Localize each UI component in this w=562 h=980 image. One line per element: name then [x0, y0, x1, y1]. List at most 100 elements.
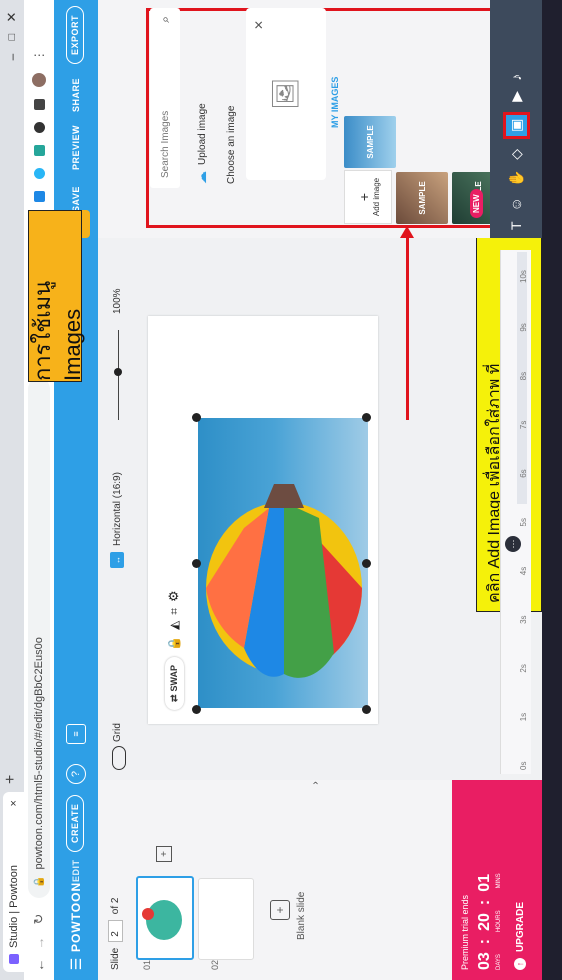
trial-panel: Premium trial ends 03: 20: 01 DAYS HOURS…	[452, 780, 542, 980]
flip-icon[interactable]: ◭	[167, 621, 181, 630]
timeline-tick: 6s	[519, 469, 528, 478]
new-tab-button[interactable]: +	[2, 775, 20, 784]
menu-dots-icon[interactable]: ⋮	[32, 49, 46, 61]
blank-slide-label[interactable]: Blank slide	[296, 892, 307, 940]
selection-handle[interactable]	[192, 705, 201, 714]
upgrade-button[interactable]: ↑ UPGRADE	[514, 902, 526, 970]
timeline-tick: 4s	[519, 566, 528, 576]
props-tool-icon[interactable]: ✋	[508, 170, 525, 187]
upload-image-label: Upload image	[196, 103, 208, 165]
timeline-bar[interactable]: ⋯ 0s 1s 2s 3s 4s 5s 6s 7s 8s 9s 10s	[500, 250, 531, 774]
timeline-ticks: 0s 1s 2s 3s 4s 5s 6s 7s 8s 9s 10s	[519, 270, 528, 770]
grid-label: Grid	[112, 723, 123, 742]
slide-number: 01	[142, 959, 152, 970]
add-image-button[interactable]: + Add image	[344, 170, 392, 224]
zoom-slider-handle[interactable]	[114, 368, 122, 376]
help-icon[interactable]: ?	[66, 764, 86, 784]
search-icon[interactable]: ⌕	[158, 16, 173, 23]
back-arrow-icon[interactable]: ←	[30, 956, 48, 974]
selection-handle[interactable]	[192, 559, 201, 568]
forward-arrow-icon[interactable]: →	[30, 934, 48, 952]
tool-strip: T ☺ ✋ ◇ ▣ ▶ ♪	[490, 0, 542, 238]
grid-toggle[interactable]	[112, 746, 126, 770]
aspect-icon: ↔	[110, 552, 124, 568]
upload-image-button[interactable]: ☁ Upload image	[190, 34, 214, 184]
crop-icon[interactable]: ⌗	[167, 608, 182, 615]
slide-thumbnail[interactable]	[136, 876, 194, 960]
reload-icon[interactable]: ↻	[30, 910, 48, 928]
sound-tool-icon[interactable]: ♪	[508, 74, 524, 81]
shapes-tool-icon[interactable]: ◇	[508, 149, 525, 160]
selection-handle[interactable]	[362, 559, 371, 568]
avatar[interactable]	[32, 73, 46, 88]
hamburger-menu-icon[interactable]: ☰	[68, 956, 84, 972]
zoom-label: 100%	[112, 288, 123, 314]
trial-units: DAYS HOURS MINS	[496, 873, 502, 970]
text-tool-icon[interactable]: T	[508, 221, 524, 230]
slide-label: Slide	[110, 947, 121, 970]
element-toolbar: ⇄ SWAP 🔒 ◭ ⌗ ⚙	[162, 564, 186, 710]
tab-edit[interactable]: EDIT	[71, 859, 81, 882]
annotation-title: การใช้เมนู Images	[28, 210, 85, 382]
slide-counter: Slide 2 of 2	[108, 898, 123, 970]
tab-create[interactable]: CREATE	[66, 794, 84, 852]
save-button[interactable]: SAVE	[71, 186, 81, 212]
sample-label: SAMPLE	[365, 125, 375, 159]
upload-cloud-icon: ☁	[194, 171, 209, 184]
extension-icon[interactable]	[33, 99, 45, 111]
extension-icon[interactable]	[33, 191, 45, 203]
close-window-icon[interactable]: ✕	[4, 9, 20, 25]
extension-icon[interactable]	[33, 145, 45, 157]
slide-thumbnail-art	[146, 900, 182, 940]
trial-hours: 20	[476, 913, 493, 931]
share-button[interactable]: SHARE	[71, 78, 81, 112]
add-icon: +	[355, 192, 372, 202]
export-button[interactable]: EXPORT	[66, 5, 84, 64]
colon-separator: :	[476, 899, 493, 906]
swap-button[interactable]: ⇄ SWAP	[164, 656, 184, 710]
image-drop-zone[interactable]: 🖼 ✕	[246, 8, 326, 180]
tab-close-icon[interactable]: ×	[8, 800, 20, 806]
search-box[interactable]: Search Images ⌕	[150, 8, 180, 188]
minimize-window-icon[interactable]: –	[4, 49, 20, 65]
blank-slide-icon[interactable]: +	[270, 900, 290, 920]
extension-icon[interactable]	[33, 168, 45, 180]
trial-days: 03	[476, 952, 493, 970]
sample-image-thumbnail[interactable]: SAMPLE	[396, 172, 448, 224]
extension-icon[interactable]	[33, 122, 45, 134]
hours-label: HOURS	[496, 910, 502, 933]
url-field[interactable]: 🔒 powtoon.com/html5-studio/#/edit/dgBbC2…	[28, 378, 50, 898]
notes-icon[interactable]: ≡	[66, 724, 86, 744]
add-slide-icon[interactable]: +	[156, 846, 172, 862]
slide-select[interactable]: 2	[108, 920, 123, 942]
timeline-tick: 7s	[519, 420, 528, 430]
aspect-select[interactable]: Horizontal (16:9)	[112, 472, 123, 546]
sample-image-thumbnail[interactable]: SAMPLE	[344, 116, 396, 168]
selection-handle[interactable]	[362, 705, 371, 714]
trial-countdown: 03: 20: 01	[476, 874, 494, 970]
trial-mins: 01	[476, 873, 493, 892]
selection-handle[interactable]	[192, 413, 201, 422]
timeline-tick: 3s	[519, 615, 528, 624]
preview-button[interactable]: PREVIEW	[71, 125, 81, 170]
balloon-image[interactable]	[198, 418, 368, 708]
selection-handle[interactable]	[362, 413, 371, 422]
maximize-window-icon[interactable]: □	[4, 29, 20, 45]
settings-gear-icon[interactable]: ⚙	[166, 590, 182, 602]
choose-image-label: Choose an image	[226, 105, 237, 184]
tab-my-images[interactable]: MY IMAGES	[330, 77, 340, 128]
browser-tab[interactable]: Studio | Powtoon ×	[3, 792, 24, 972]
upgrade-label: UPGRADE	[514, 901, 526, 952]
video-tool-icon[interactable]: ▶	[508, 91, 525, 102]
close-icon[interactable]: ✕	[252, 20, 266, 30]
swap-icon: ⇄	[168, 694, 179, 702]
lock-element-icon[interactable]: 🔒	[167, 636, 181, 651]
new-badge: NEW	[470, 189, 483, 218]
images-tool-icon[interactable]: ▣	[502, 111, 530, 139]
powtoon-studio-screen: Studio | Powtoon × + – □ ✕ ← → ↻ 🔒 powto…	[0, 0, 562, 980]
slide-thumbnail[interactable]	[198, 878, 254, 960]
upgrade-icon: ↑	[514, 958, 526, 970]
timeline-tick: 0s	[519, 761, 528, 770]
search-input[interactable]: Search Images	[160, 111, 171, 178]
character-tool-icon[interactable]: ☺	[508, 197, 524, 211]
